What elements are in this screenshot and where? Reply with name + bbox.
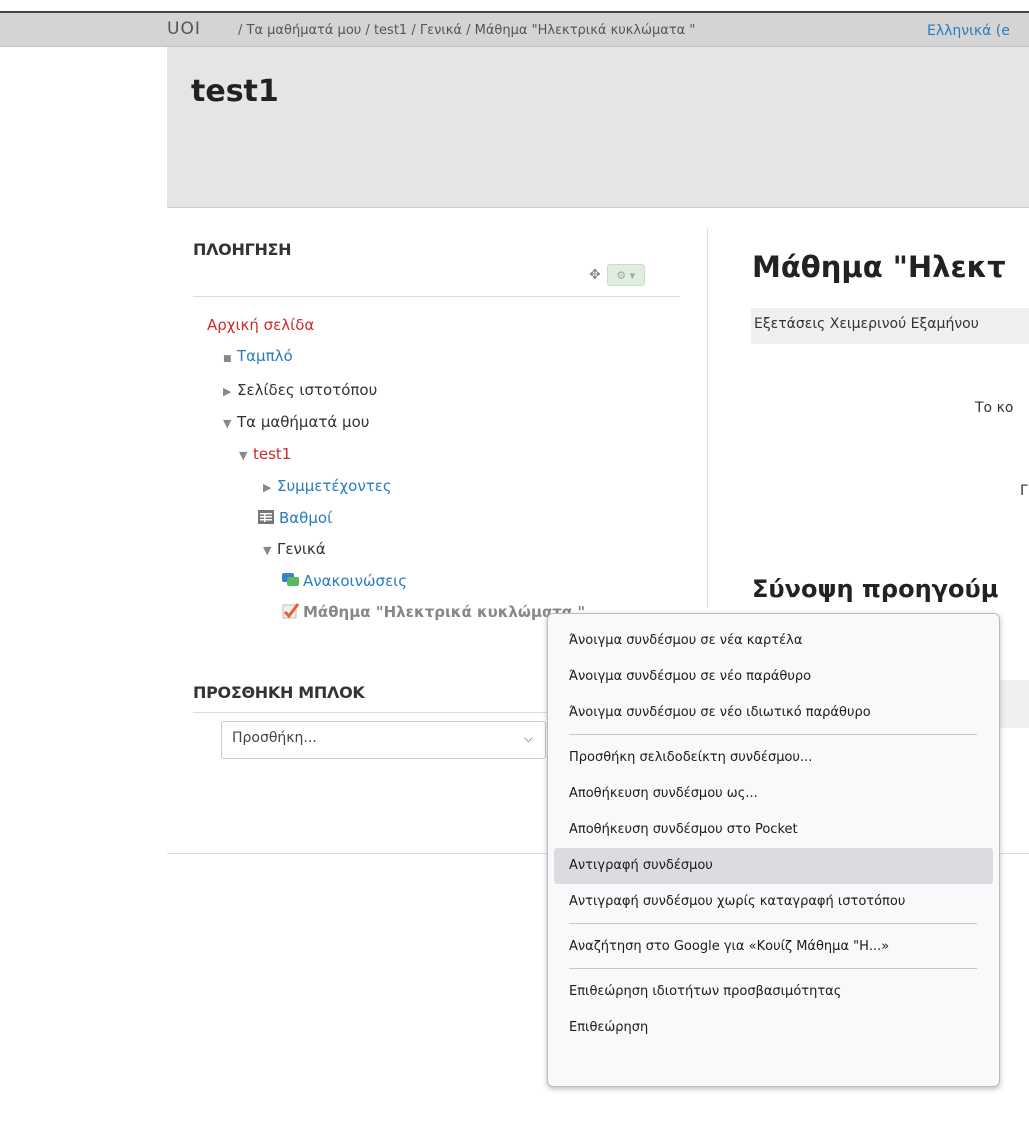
- window-top-edge: [0, 0, 1029, 13]
- menu-save-to-pocket[interactable]: Αποθήκευση συνδέσμου στο Pocket: [554, 812, 993, 848]
- nav-item-participants[interactable]: ▶ Συμμετέχοντες: [193, 471, 585, 503]
- move-icon[interactable]: ✥: [589, 267, 601, 283]
- bullet-icon: ■: [223, 354, 232, 364]
- nav-item-home[interactable]: Αρχική σελίδα: [193, 310, 585, 341]
- info-text: Το κο: [975, 400, 1014, 416]
- menu-separator: [569, 734, 977, 735]
- menu-separator: [569, 923, 977, 924]
- nav-item-dashboard[interactable]: ■ Ταμπλό: [193, 341, 585, 375]
- block-controls: ✥ ⚙ ▾: [589, 264, 645, 286]
- nav-item-grades-label: Βαθμοί: [279, 509, 333, 527]
- page-title: test1: [191, 74, 279, 109]
- caret-right-icon: ▶: [263, 481, 272, 494]
- menu-copy-clean-link[interactable]: Αντιγραφή συνδέσμου χωρίς καταγραφή ιστο…: [554, 884, 993, 920]
- activity-description: Εξετάσεις Χειμερινού Εξαμήνου: [751, 308, 1029, 344]
- caret-right-icon: ▶: [223, 385, 232, 398]
- activity-title: Μάθημα "Ηλεκτ: [752, 250, 1006, 284]
- summary-table-header: [1000, 680, 1029, 728]
- nav-item-site-pages-label: Σελίδες ιστοτόπου: [237, 381, 378, 399]
- menu-bookmark-link[interactable]: Προσθήκη σελιδοδείκτη συνδέσμου...: [554, 740, 993, 776]
- nav-item-announcements-label: Ανακοινώσεις: [303, 572, 408, 590]
- menu-search-google[interactable]: Αναζήτηση στο Google για «Κουίζ Μάθημα "…: [554, 929, 993, 965]
- gear-icon[interactable]: ⚙ ▾: [606, 264, 645, 286]
- attempts-summary-title: Σύνοψη προηγούμ: [752, 575, 999, 603]
- chevron-down-icon: ⌵: [523, 731, 533, 745]
- divider: [193, 296, 680, 297]
- nav-item-quiz-label: Μάθημα "Ηλεκτρικά κυκλώματα ": [303, 603, 586, 621]
- nav-item-announcements[interactable]: Ανακοινώσεις: [193, 566, 585, 597]
- nav-item-participants-label: Συμμετέχοντες: [277, 477, 392, 495]
- menu-open-private-window[interactable]: Άνοιγμα συνδέσμου σε νέο ιδιωτικό παράθυ…: [554, 695, 993, 731]
- nav-item-dashboard-label: Ταμπλό: [237, 347, 293, 365]
- course-header: test1: [167, 47, 1029, 208]
- add-block-select[interactable]: Προσθήκη... ⌵: [221, 721, 546, 759]
- nav-item-my-courses-label: Τα μαθήματά μου: [237, 413, 370, 431]
- nav-item-my-courses[interactable]: ▼ Τα μαθήματά μου: [193, 407, 585, 439]
- context-menu: Άνοιγμα συνδέσμου σε νέα καρτέλα Άνοιγμα…: [547, 613, 1000, 1087]
- breadcrumb[interactable]: / Τα μαθήματά μου / test1 / Γενικά / Μάθ…: [238, 23, 695, 38]
- menu-open-new-window[interactable]: Άνοιγμα συνδέσμου σε νέο παράθυρο: [554, 659, 993, 695]
- menu-inspect[interactable]: Επιθεώρηση: [554, 1010, 993, 1046]
- nav-item-grades[interactable]: Βαθμοί: [193, 503, 585, 534]
- nav-item-site-pages[interactable]: ▶ Σελίδες ιστοτόπου: [193, 375, 585, 407]
- menu-separator: [569, 968, 977, 969]
- nav-item-general[interactable]: ▼ Γενικά: [193, 534, 585, 566]
- navigation-tree: Αρχική σελίδα ■ Ταμπλό ▶ Σελίδες ιστοτόπου…: [193, 310, 585, 628]
- column-divider: [707, 228, 708, 608]
- caret-down-icon: ▼: [263, 544, 272, 557]
- info-text-2: Γ: [1020, 483, 1028, 499]
- nav-item-general-label: Γενικά: [277, 540, 326, 558]
- add-block-select-value: Προσθήκη...: [232, 730, 317, 746]
- menu-save-link-as[interactable]: Αποθήκευση συνδέσμου ως...: [554, 776, 993, 812]
- caret-down-icon: ▼: [239, 449, 248, 462]
- top-navbar: UOI / Τα μαθήματά μου / test1 / Γενικά /…: [0, 13, 1029, 47]
- menu-open-new-tab[interactable]: Άνοιγμα συνδέσμου σε νέα καρτέλα: [554, 623, 993, 659]
- quiz-icon: [282, 603, 300, 619]
- grades-icon: [258, 510, 274, 524]
- menu-inspect-accessibility[interactable]: Επιθεώρηση ιδιοτήτων προσβασιμότητας: [554, 974, 993, 1010]
- language-selector[interactable]: Ελληνικά (e: [927, 23, 1010, 39]
- caret-down-icon: ▼: [223, 417, 232, 430]
- menu-copy-link[interactable]: Αντιγραφή συνδέσμου: [554, 848, 993, 884]
- navigation-block-title: ΠΛΟΗΓΗΣΗ: [193, 240, 292, 259]
- nav-item-quiz[interactable]: Μάθημα "Ηλεκτρικά κυκλώματα ": [193, 597, 585, 628]
- forum-icon: [282, 573, 299, 586]
- add-block-title: ΠΡΟΣΘΗΚΗ ΜΠΛΟΚ: [193, 683, 365, 702]
- nav-item-test1-label: test1: [253, 445, 292, 463]
- nav-item-test1[interactable]: ▼ test1: [193, 439, 585, 471]
- site-brand[interactable]: UOI: [167, 19, 201, 39]
